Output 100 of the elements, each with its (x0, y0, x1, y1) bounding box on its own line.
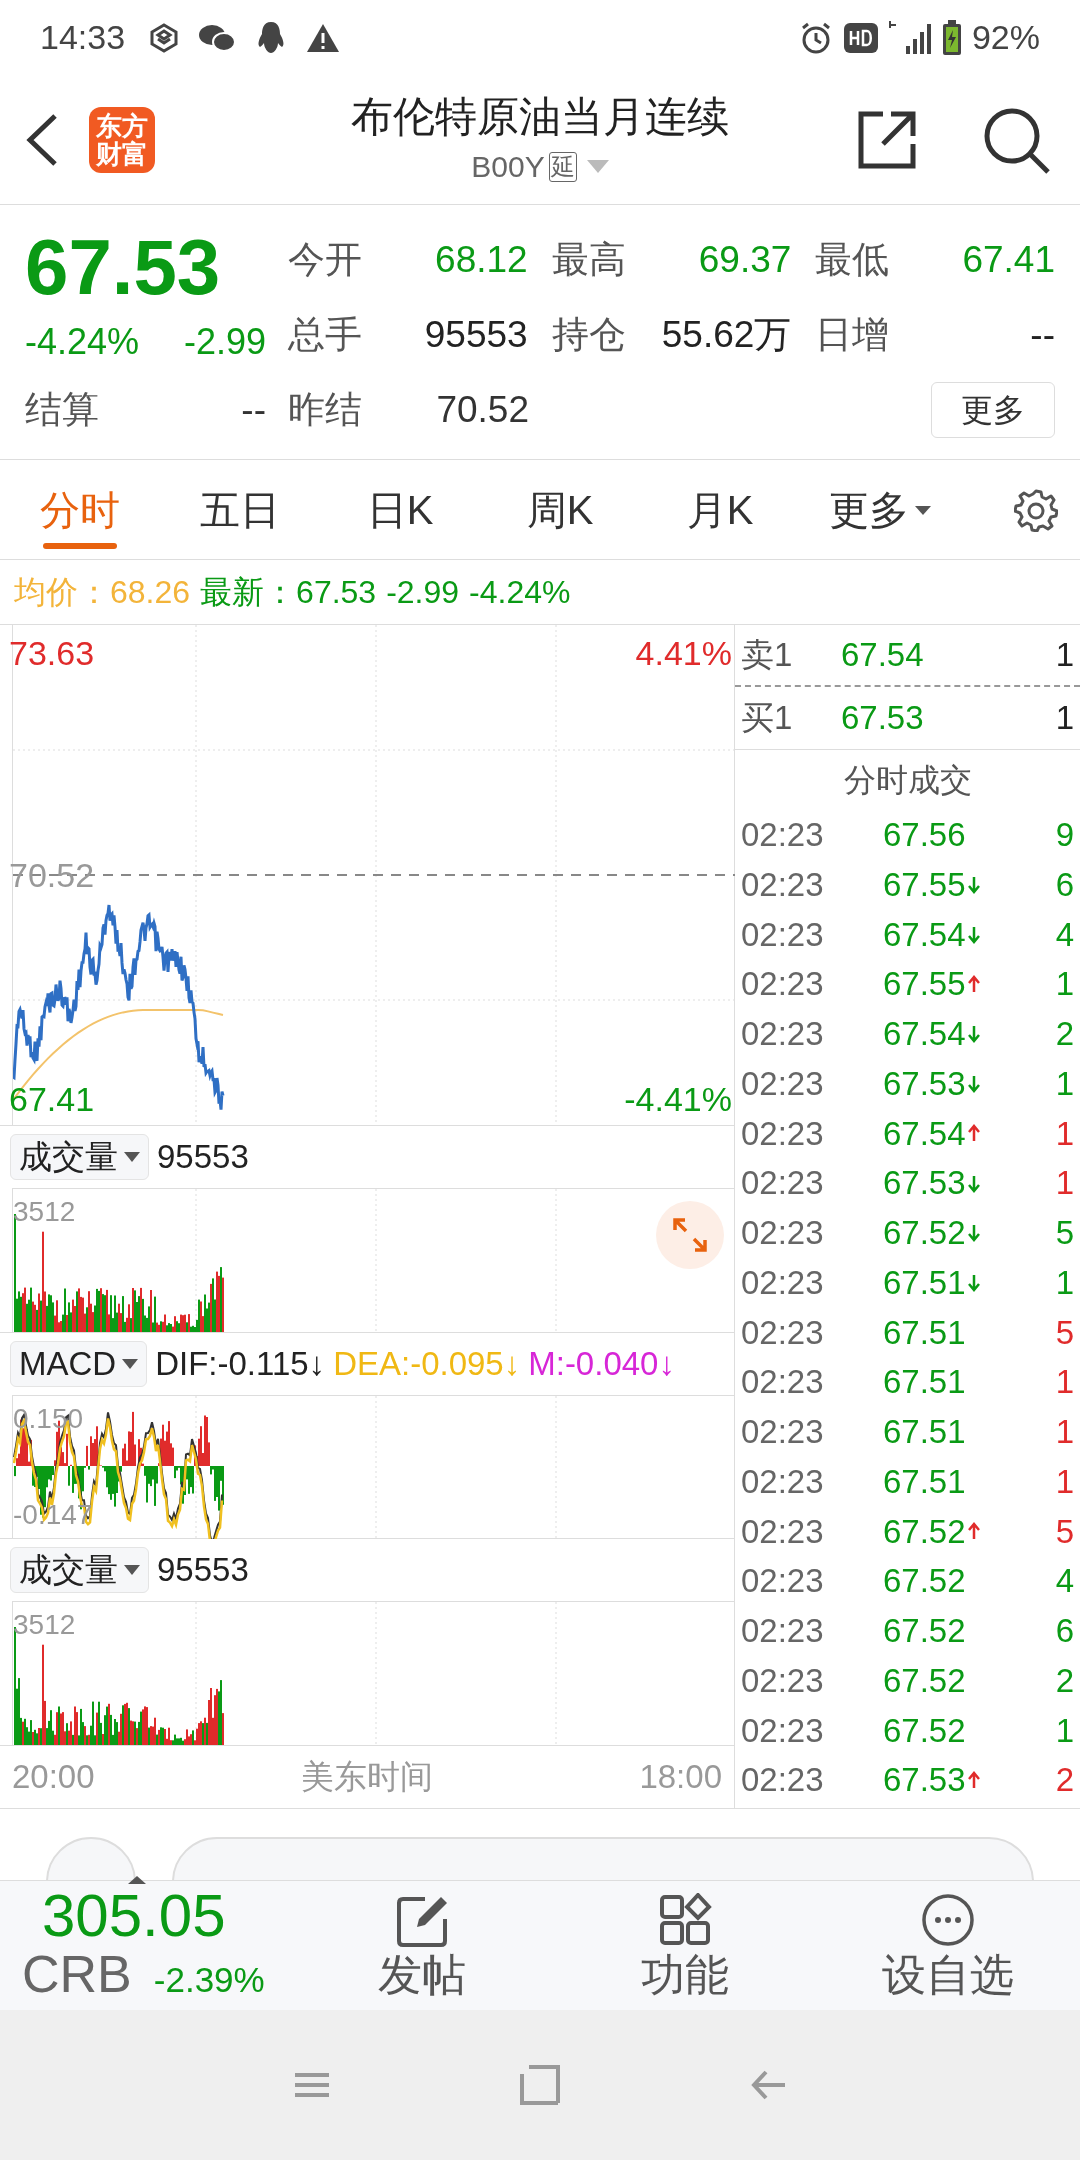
warning-icon (306, 22, 341, 53)
caret-icon (124, 1564, 140, 1576)
trade-quantity: 1 (1055, 1113, 1074, 1154)
tab[interactable]: 周K (480, 460, 640, 559)
trade-price: 67.53 (883, 1760, 966, 1801)
up-arrow-icon (967, 1770, 980, 1790)
trade-time: 02:23 (741, 1561, 825, 1602)
nav-button[interactable]: 发帖 (290, 1892, 554, 1999)
tab[interactable]: 日K (320, 460, 480, 559)
section-title: 分时成交 (843, 761, 972, 800)
trade-price: 67.51 (883, 1362, 966, 1403)
field-label: 持仓 (551, 312, 626, 357)
battery-icon (941, 19, 962, 56)
back-arrow-icon[interactable] (751, 2070, 785, 2100)
up-arrow-icon (967, 1123, 980, 1143)
field-label: 昨结 (288, 387, 362, 432)
change-percent: -4.24% (469, 573, 571, 612)
trade-price: 67.52 (883, 1710, 966, 1751)
settings-icon[interactable] (1014, 487, 1058, 532)
field-value: -- (241, 387, 266, 432)
trade-price: 67.51 (883, 1312, 966, 1353)
tab[interactable]: 五日 (160, 460, 320, 559)
axis-label: 3512 (13, 1195, 76, 1229)
index-name[interactable]: CRB (22, 1948, 132, 2001)
axis-title: 美东时间 (301, 1757, 433, 1798)
share-icon[interactable] (857, 109, 917, 170)
trade-time: 02:23 (741, 1163, 825, 1204)
trade-time: 02:23 (741, 914, 825, 955)
trade-quantity: 2 (1055, 1014, 1074, 1055)
trade-time: 02:23 (741, 1412, 825, 1453)
indicator-selector[interactable]: 成交量 (10, 1134, 149, 1180)
axis-label: 20:00 (12, 1757, 95, 1798)
field-label: 日增 (815, 312, 890, 357)
axis-label: 18:00 (639, 1757, 722, 1798)
trade-quantity: 1 (1055, 1362, 1074, 1403)
order-label: 买1 (741, 698, 794, 739)
trade-price: 67.56 (883, 815, 966, 856)
axis-label: 3512 (13, 1608, 76, 1642)
trade-quantity: 1 (1055, 1412, 1074, 1453)
caret-icon (124, 1151, 140, 1163)
chat-bubbles-icon (198, 22, 237, 53)
trade-price: 67.51 (883, 1461, 966, 1502)
app-notification-icon (150, 22, 179, 53)
trade-time: 02:23 (741, 1014, 825, 1055)
axis-label: 70.52 (9, 855, 95, 895)
order-label: 卖1 (741, 635, 794, 676)
nav-button[interactable]: 设自选 (816, 1892, 1080, 1999)
down-arrow-icon (967, 1024, 980, 1044)
trade-time: 02:23 (741, 815, 825, 856)
indicator-selector[interactable]: 成交量 (10, 1547, 149, 1593)
more-button[interactable]: 更多 (931, 381, 1055, 438)
field-value: 55.62万 (661, 312, 792, 357)
trade-time: 02:23 (741, 1262, 825, 1303)
trade-time: 02:23 (741, 1461, 825, 1502)
average-price: 均价：68.26 (14, 573, 191, 612)
order-quantity: 1 (1055, 635, 1074, 676)
back-icon[interactable] (25, 112, 59, 167)
up-arrow-icon (967, 974, 980, 994)
trade-price: 67.52 (883, 1561, 966, 1602)
tab[interactable]: 月K (640, 460, 800, 559)
dropdown-caret-icon[interactable] (586, 159, 609, 174)
caret-icon (915, 503, 931, 516)
trade-time: 02:23 (741, 1213, 825, 1254)
axis-label: 4.41% (635, 633, 732, 673)
trade-price: 67.52 (883, 1213, 966, 1254)
trade-time: 02:23 (741, 1113, 825, 1154)
trade-price: 67.54 (883, 1113, 966, 1154)
menu-icon[interactable] (295, 2072, 329, 2098)
trade-quantity: 1 (1055, 1710, 1074, 1751)
order-price: 67.53 (841, 698, 925, 739)
trade-quantity: 2 (1055, 1660, 1074, 1701)
axis-label: -4.41% (624, 1079, 732, 1119)
order-quantity: 1 (1055, 698, 1074, 739)
down-arrow-icon (967, 1074, 980, 1094)
indicator-selector[interactable]: MACD (10, 1341, 148, 1387)
axis-label: 67.41 (9, 1079, 95, 1119)
trade-price: 67.54 (883, 1014, 966, 1055)
instrument-title: 布伦特原油当月连续 (351, 92, 729, 142)
trade-price: 67.52 (883, 1611, 966, 1652)
trade-time: 02:23 (741, 1362, 825, 1403)
signal-icon (887, 19, 932, 56)
status-time: 14:33 (40, 17, 126, 58)
field-label: 最高 (551, 237, 626, 282)
trade-time: 02:23 (741, 1660, 825, 1701)
down-arrow-icon (967, 924, 980, 944)
nav-button[interactable]: 功能 (553, 1892, 817, 1999)
delay-badge: 延 (548, 151, 577, 182)
more-circle-icon (921, 1892, 976, 1947)
trade-time: 02:23 (741, 964, 825, 1005)
down-arrow-icon (967, 1223, 980, 1243)
trade-price: 67.55 (883, 864, 966, 905)
dea-value: DEA:-0.095↓ (333, 1344, 521, 1385)
trade-price: 67.52 (883, 1660, 966, 1701)
up-caret-icon (128, 1876, 146, 1885)
trade-time: 02:23 (741, 1760, 825, 1801)
tab[interactable]: 更多 (800, 460, 960, 559)
field-label: 最低 (815, 237, 890, 282)
last-price: 67.53 (25, 226, 221, 308)
index-value[interactable]: 305.05 (22, 1884, 290, 1949)
trade-time: 02:23 (741, 1710, 825, 1751)
